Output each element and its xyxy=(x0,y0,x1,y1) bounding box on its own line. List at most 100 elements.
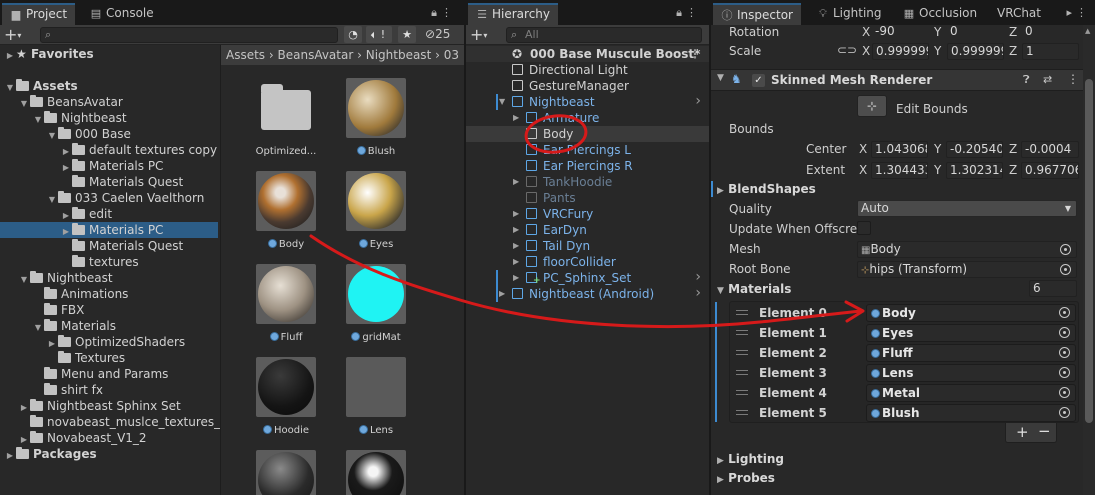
center-z-field[interactable]: -0.0004 xyxy=(1021,141,1079,158)
blendshapes-foldout[interactable]: ▶ BlendShapes xyxy=(717,182,816,196)
asset-material[interactable] xyxy=(241,450,331,495)
hierarchy-item[interactable]: ▶ Tail Dyn xyxy=(466,238,709,254)
add-element-button[interactable]: + xyxy=(1016,423,1029,441)
asset-material[interactable] xyxy=(331,450,421,495)
drag-handle-icon[interactable] xyxy=(736,310,748,315)
expand-arrow-icon[interactable]: ▶ xyxy=(717,186,724,196)
collapse-arrow-icon[interactable]: ▼ xyxy=(717,286,724,296)
tree-item[interactable]: ▼ Nightbeast xyxy=(0,270,218,286)
material-slot-field[interactable]: Eyes xyxy=(866,324,1076,342)
expand-arrow-icon[interactable]: ▶ xyxy=(717,475,724,485)
tree-item[interactable]: Menu and Params xyxy=(0,366,218,382)
rotation-z-field[interactable]: 0 xyxy=(1022,24,1079,41)
project-search-input[interactable]: ⌕ xyxy=(40,27,338,43)
tree-item[interactable]: ▶ Novabeast_V1_2 xyxy=(0,430,218,446)
hierarchy-item[interactable]: Directional Light xyxy=(466,62,709,78)
extent-y-field[interactable]: 1.302314 xyxy=(946,162,1003,179)
panel-options[interactable]: ▸⋮ xyxy=(1066,6,1091,19)
hierarchy-item[interactable]: Pants xyxy=(466,190,709,206)
tree-item[interactable]: novabeast_muslce_textures_ma xyxy=(0,414,239,430)
filter-log-button[interactable]: ! xyxy=(374,26,392,43)
breadcrumb-item[interactable]: 03 xyxy=(444,48,459,62)
tree-item[interactable]: ▶ OptimizedShaders xyxy=(0,334,218,350)
scroll-up-icon[interactable]: ▲ xyxy=(1085,27,1090,35)
scale-z-field[interactable]: 1 xyxy=(1022,43,1079,60)
more-icon[interactable]: ⋮ xyxy=(686,6,701,19)
asset-optimized-folder[interactable]: Optimized... xyxy=(241,78,331,157)
hierarchy-item[interactable]: Ear Piercings R xyxy=(466,158,709,174)
remove-element-button[interactable]: − xyxy=(1038,422,1051,440)
expand-arrow-icon[interactable]: ▶ xyxy=(513,222,519,238)
inspector-scrollbar[interactable]: ▲ xyxy=(1083,25,1095,495)
object-picker-icon[interactable] xyxy=(1059,407,1070,418)
tree-item[interactable]: ▼ 033 Caelen Vaelthorn xyxy=(0,190,218,206)
breadcrumb-item[interactable]: Assets xyxy=(226,48,265,62)
expand-arrow-icon[interactable]: ▶ xyxy=(499,286,505,302)
hierarchy-item[interactable]: ▶ Armature xyxy=(466,110,709,126)
materials-foldout[interactable]: ▼ Materials xyxy=(717,282,791,296)
tab-inspector[interactable]: ⓘ Inspector xyxy=(713,3,801,25)
more-icon[interactable]: ⋮ xyxy=(1067,72,1079,86)
drag-handle-icon[interactable] xyxy=(736,390,748,395)
tree-item[interactable]: ▼ Materials xyxy=(0,318,218,334)
expand-arrow-icon[interactable]: ▶ xyxy=(513,174,519,190)
drag-handle-icon[interactable] xyxy=(736,410,748,415)
more-icon[interactable]: ⋮ xyxy=(441,6,456,19)
root-bone-field[interactable]: ⊹hips (Transform) xyxy=(857,261,1077,278)
quality-dropdown[interactable]: Auto ▼ xyxy=(857,200,1077,217)
expand-arrow-icon[interactable]: ▶ xyxy=(717,456,724,466)
scale-y-field[interactable]: 0.999999 xyxy=(947,43,1004,60)
link-icon[interactable]: ⊂⊃ xyxy=(837,43,857,57)
help-icon[interactable]: ❓︎ xyxy=(1023,73,1030,87)
more-icon[interactable]: ⋮ xyxy=(1076,6,1091,19)
object-picker-icon[interactable] xyxy=(1060,264,1071,275)
tab-project[interactable]: ▆ Project xyxy=(2,3,76,25)
mesh-field[interactable]: ▦Body xyxy=(857,241,1077,258)
asset-gridmat-material[interactable]: gridMat xyxy=(331,264,421,343)
lock-icon[interactable]: 🔒︎ xyxy=(676,6,686,19)
object-picker-icon[interactable] xyxy=(1059,307,1070,318)
open-prefab-icon[interactable]: › xyxy=(695,285,701,301)
hierarchy-search-input[interactable]: ⌕ All xyxy=(506,27,702,43)
hierarchy-item[interactable]: ▶ + PC_Sphinx_Set › xyxy=(466,269,709,286)
scene-row[interactable]: ✪ 000 Base Muscule Boost* ⋮ xyxy=(466,46,709,62)
component-header[interactable]: ▼ ♞ ✓ Skinned Mesh Renderer ❓︎ ⇄ ⋮ xyxy=(711,69,1083,91)
hierarchy-item[interactable]: ▶ EarDyn xyxy=(466,222,709,238)
tree-item[interactable]: ▶ Nightbeast Sphinx Set xyxy=(0,398,218,414)
filter-type-button[interactable]: ◔ xyxy=(344,26,362,43)
tree-item[interactable]: FBX xyxy=(0,302,218,318)
create-button[interactable]: +▾ xyxy=(470,25,487,44)
preset-icon[interactable]: ⇄ xyxy=(1043,73,1052,86)
breadcrumb-item[interactable]: Nightbeast xyxy=(366,48,432,62)
scroll-thumb[interactable] xyxy=(1085,79,1093,423)
drag-handle-icon[interactable] xyxy=(736,330,748,335)
expand-arrow-icon[interactable]: ▶ xyxy=(513,206,519,222)
hierarchy-item[interactable]: Body xyxy=(466,126,709,142)
hidden-count[interactable]: ⊘25 xyxy=(425,27,450,41)
center-x-field[interactable]: 1.043068 xyxy=(871,141,928,158)
asset-body-material[interactable]: Body xyxy=(241,171,331,250)
tree-item[interactable]: ▶ Materials PC xyxy=(0,158,218,174)
tree-item[interactable]: ▶ edit xyxy=(0,206,218,222)
tree-item[interactable]: ▼ BeansAvatar xyxy=(0,94,218,110)
object-picker-icon[interactable] xyxy=(1059,327,1070,338)
scale-x-field[interactable]: 0.999999 xyxy=(872,43,929,60)
center-y-field[interactable]: -0.20540 xyxy=(946,141,1003,158)
rotation-y-field[interactable]: 0 xyxy=(947,24,1004,41)
collapse-arrow-icon[interactable]: ▼ xyxy=(499,94,505,110)
favorite-button[interactable]: ★ xyxy=(398,26,416,43)
tree-item[interactable]: Textures xyxy=(0,350,218,366)
favorites-row[interactable]: ▶ ★ Favorites xyxy=(4,46,94,62)
object-picker-icon[interactable] xyxy=(1059,387,1070,398)
create-button[interactable]: +▾ xyxy=(4,25,21,44)
tab-hierarchy[interactable]: ☰ Hierarchy xyxy=(468,3,559,25)
hierarchy-item[interactable]: ▶ Nightbeast (Android) › xyxy=(466,285,709,302)
object-picker-icon[interactable] xyxy=(1060,244,1071,255)
drag-handle-icon[interactable] xyxy=(736,370,748,375)
object-picker-icon[interactable] xyxy=(1059,367,1070,378)
material-slot-field[interactable]: Metal xyxy=(866,384,1076,402)
tree-item[interactable]: Animations xyxy=(0,286,218,302)
tree-item[interactable]: ▼ Nightbeast xyxy=(0,110,218,126)
hierarchy-item[interactable]: ▶ floorCollider xyxy=(466,254,709,270)
edit-bounds-button[interactable]: ⊹ xyxy=(857,95,887,117)
